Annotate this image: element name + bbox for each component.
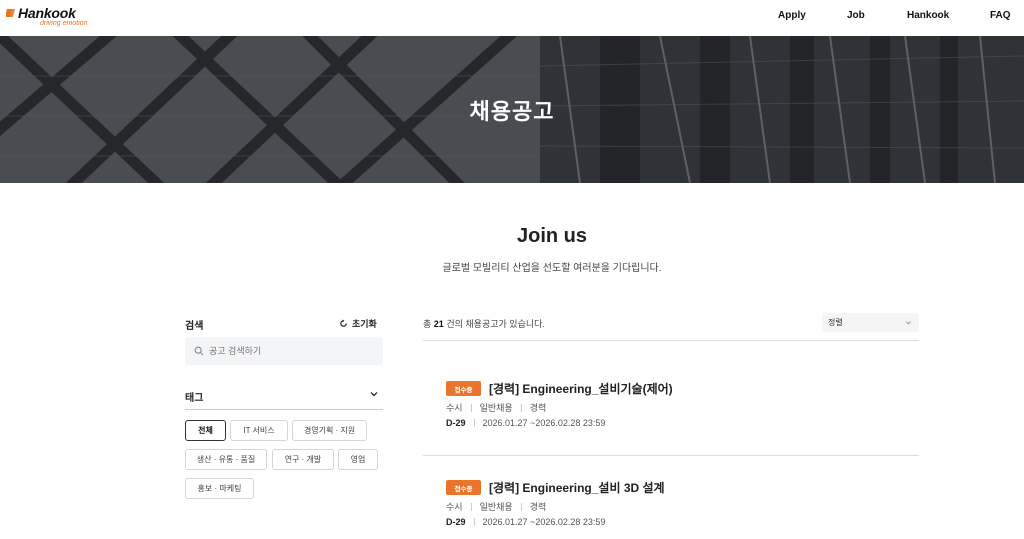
chevron-down-icon[interactable]	[368, 388, 380, 400]
meta-separator	[473, 518, 475, 526]
job-career: 경력	[529, 403, 547, 413]
count-suffix: 건의 채용공고가 있습니다.	[446, 319, 545, 329]
job-count: 21	[433, 319, 444, 329]
chevron-down-icon	[906, 321, 911, 325]
nav-apply[interactable]: Apply	[778, 10, 806, 21]
meta-separator	[470, 403, 472, 412]
tag-label: 태그	[185, 393, 204, 404]
search-box[interactable]	[185, 337, 383, 365]
tag-chip-rnd[interactable]: 연구 · 개발	[272, 449, 334, 470]
nav-job[interactable]: Job	[847, 10, 865, 21]
search-label: 검색	[185, 321, 204, 332]
job-meta: 수시 일반채용 경력	[446, 401, 546, 414]
intro-title: Join us	[516, 225, 587, 247]
hero-banner: 채용공고	[0, 36, 1024, 183]
meta-separator	[520, 403, 522, 412]
job-title[interactable]: [경력] Engineering_설비 3D 설계	[489, 479, 665, 496]
job-dday: D-29	[446, 517, 466, 527]
nav-faq[interactable]: FAQ	[990, 10, 1011, 21]
tag-chip-production[interactable]: 생산 · 유통 · 품질	[185, 449, 267, 470]
hankook-logo[interactable]: Hankook driving emotion	[6, 5, 96, 31]
job-type: 수시	[446, 403, 463, 413]
tag-chip-management[interactable]: 경영기획 · 지원	[292, 420, 367, 441]
logo-tagline: driving emotion	[40, 20, 88, 27]
tag-chip-sales[interactable]: 영업	[338, 449, 378, 470]
refresh-icon	[340, 319, 347, 327]
reset-button[interactable]: 초기화	[339, 317, 377, 330]
meta-separator	[473, 419, 475, 427]
job-category: 일반채용	[479, 502, 513, 512]
job-category: 일반채용	[479, 403, 513, 413]
reset-label: 초기화	[352, 319, 377, 329]
nav-hankook[interactable]: Hankook	[907, 10, 949, 21]
meta-separator	[520, 502, 522, 511]
tag-divider	[185, 409, 383, 410]
intro-subtitle: 글로벌 모빌리티 산업을 선도할 여러분을 기다립니다.	[442, 263, 662, 274]
hero-title: 채용공고	[469, 99, 555, 124]
count-prefix: 총	[423, 319, 432, 329]
tag-chip-marketing[interactable]: 홍보 · 마케팅	[185, 478, 254, 499]
list-item-divider	[423, 455, 919, 456]
job-date: D-29 2026.01.27 ~2026.02.28 23:59	[446, 517, 605, 527]
meta-separator	[470, 502, 472, 511]
logo-text: Hankook	[18, 5, 76, 21]
job-career: 경력	[529, 502, 547, 512]
tag-chip-all[interactable]: 전체	[185, 420, 226, 441]
job-period: 2026.01.27 ~2026.02.28 23:59	[482, 418, 606, 428]
search-input[interactable]	[209, 346, 379, 356]
job-meta: 수시 일반채용 경력	[446, 500, 546, 513]
tag-chip-it-service[interactable]: IT 서비스	[230, 420, 288, 441]
logo-mark-icon	[6, 9, 15, 17]
search-icon	[194, 346, 204, 356]
job-type: 수시	[446, 502, 463, 512]
sort-select[interactable]: 정렬	[822, 313, 919, 332]
job-period: 2026.01.27 ~2026.02.28 23:59	[482, 517, 606, 527]
job-title[interactable]: [경력] Engineering_설비기술(제어)	[489, 380, 673, 397]
sort-label: 정렬	[828, 318, 843, 327]
job-count-text: 총 21 건의 채용공고가 있습니다.	[423, 317, 545, 330]
job-dday: D-29	[446, 418, 466, 428]
list-top-divider	[423, 340, 919, 341]
site-header: Hankook driving emotion Apply Job Hankoo…	[0, 0, 1024, 36]
status-badge: 접수중	[446, 480, 481, 495]
status-badge: 접수중	[446, 381, 481, 396]
job-date: D-29 2026.01.27 ~2026.02.28 23:59	[446, 418, 605, 428]
